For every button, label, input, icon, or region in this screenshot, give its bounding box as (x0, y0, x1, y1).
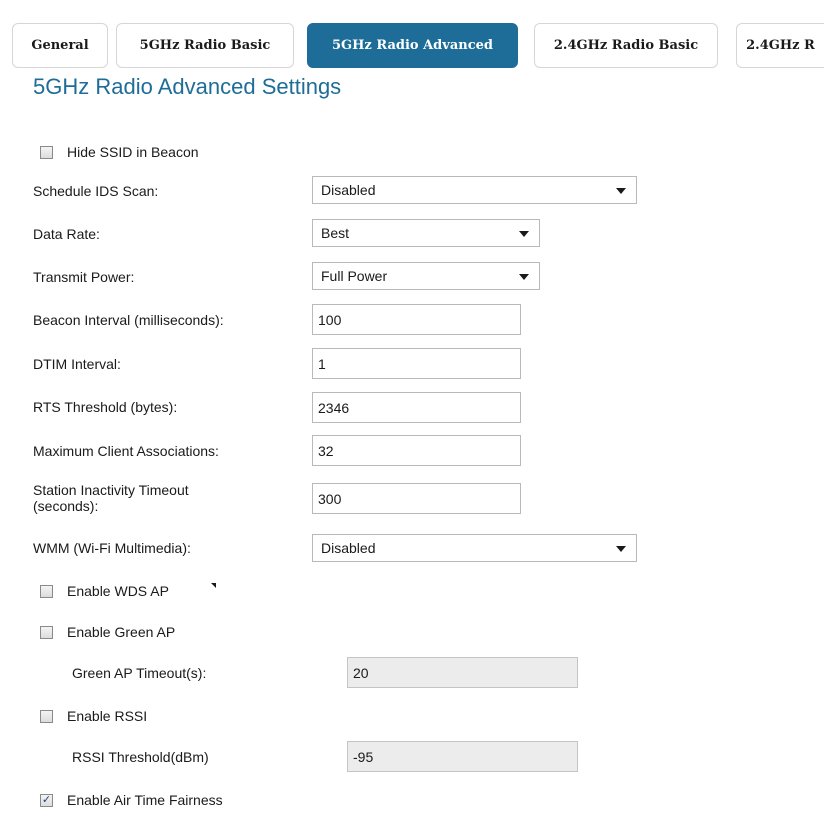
max-client-associations-label: Maximum Client Associations: (33, 443, 219, 459)
enable-green-ap-label: Enable Green AP (67, 624, 176, 640)
tab-2-4ghz-radio-basic[interactable]: 2.4GHz Radio Basic (534, 23, 718, 68)
enable-wds-ap-row: Enable WDS AP (40, 583, 169, 599)
enable-green-ap-row: Enable Green AP (40, 624, 175, 640)
tooltip-indicator-icon (211, 583, 216, 588)
data-rate-select[interactable]: Best (312, 219, 540, 247)
schedule-ids-select[interactable]: Disabled (312, 176, 637, 204)
hide-ssid-checkbox[interactable] (40, 145, 53, 159)
enable-air-time-fairness-label: Enable Air Time Fairness (67, 792, 223, 808)
tab-bar: General 5GHz Radio Basic 5GHz Radio Adva… (0, 0, 824, 72)
enable-wds-ap-label: Enable WDS AP (67, 583, 169, 599)
dtim-interval-label: DTIM Interval: (33, 356, 121, 372)
schedule-ids-label: Schedule IDS Scan: (33, 183, 159, 199)
tab-general[interactable]: General (12, 23, 108, 68)
enable-rssi-row: Enable RSSI (40, 708, 147, 724)
tab-5ghz-radio-advanced[interactable]: 5GHz Radio Advanced (307, 23, 518, 68)
enable-air-time-fairness-row: ✓ Enable Air Time Fairness (40, 792, 223, 808)
rts-threshold-input[interactable] (312, 392, 521, 423)
rssi-threshold-input[interactable] (347, 741, 578, 772)
data-rate-value: Best (321, 225, 350, 241)
green-ap-timeout-input[interactable] (347, 657, 578, 688)
schedule-ids-value: Disabled (321, 182, 376, 198)
page-title: 5GHz Radio Advanced Settings (33, 74, 342, 99)
tab-2-4ghz-radio-advanced[interactable]: 2.4GHz R (736, 23, 824, 68)
wmm-select[interactable]: Disabled (312, 534, 637, 562)
rssi-threshold-label: RSSI Threshold(dBm) (72, 749, 209, 765)
enable-wds-ap-checkbox[interactable] (40, 584, 53, 598)
tab-5ghz-radio-basic[interactable]: 5GHz Radio Basic (116, 23, 294, 68)
data-rate-label: Data Rate: (33, 226, 100, 242)
beacon-interval-label: Beacon Interval (milliseconds): (33, 312, 224, 328)
chevron-down-icon (616, 188, 626, 194)
chevron-down-icon (519, 274, 529, 280)
rts-threshold-label: RTS Threshold (bytes): (33, 399, 178, 415)
wmm-value: Disabled (321, 540, 376, 556)
enable-air-time-fairness-checkbox[interactable]: ✓ (40, 793, 53, 807)
beacon-interval-input[interactable] (312, 304, 521, 335)
transmit-power-value: Full Power (321, 268, 388, 284)
station-inactivity-timeout-input[interactable] (312, 483, 521, 514)
enable-rssi-label: Enable RSSI (67, 708, 148, 724)
enable-green-ap-checkbox[interactable] (40, 625, 53, 639)
chevron-down-icon (519, 231, 529, 237)
wmm-label: WMM (Wi-Fi Multimedia): (33, 540, 191, 556)
hide-ssid-row: Hide SSID in Beacon (40, 144, 199, 160)
dtim-interval-input[interactable] (312, 348, 521, 379)
transmit-power-label: Transmit Power: (33, 269, 135, 285)
enable-rssi-checkbox[interactable] (40, 709, 53, 723)
green-ap-timeout-label: Green AP Timeout(s): (72, 665, 207, 681)
transmit-power-select[interactable]: Full Power (312, 262, 540, 290)
chevron-down-icon (616, 546, 626, 552)
station-inactivity-timeout-label: Station Inactivity Timeout (seconds): (33, 482, 189, 514)
max-client-associations-input[interactable] (312, 435, 521, 466)
hide-ssid-label: Hide SSID in Beacon (67, 144, 199, 160)
